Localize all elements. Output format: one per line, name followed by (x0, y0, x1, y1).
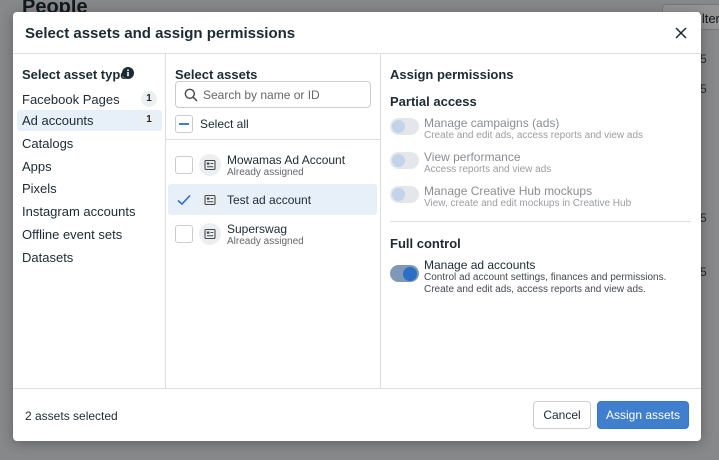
close-icon (675, 27, 687, 39)
assign-permissions-dialog: Select assets and assign permissions Sel… (13, 12, 701, 441)
permission-toggle[interactable] (390, 265, 419, 282)
info-icon[interactable] (122, 67, 134, 79)
asset-type-label: Catalogs (22, 136, 74, 151)
permission-toggle[interactable] (390, 118, 419, 135)
indeterminate-icon (179, 123, 189, 125)
asset-type-offline-event-sets[interactable]: Offline event sets (17, 224, 162, 245)
asset-type-instagram-accounts[interactable]: Instagram accounts (17, 201, 162, 222)
divider (390, 221, 691, 222)
permission-title: View performance (424, 150, 521, 164)
search-box (175, 81, 371, 108)
asset-type-label: Facebook Pages (22, 92, 120, 107)
permissions-column: Assign permissions Partial access Manage… (381, 54, 701, 389)
dialog-footer: 2 assets selected Cancel Assign assets (13, 388, 701, 441)
close-button[interactable] (671, 23, 691, 43)
asset-row-mowamas[interactable]: Mowamas Ad Account Already assigned (168, 149, 377, 180)
asset-type-label: Offline event sets (22, 227, 123, 242)
dialog-header: Select assets and assign permissions (13, 12, 701, 52)
asset-type-heading: Select asset type (22, 67, 128, 82)
assets-heading: Select assets (175, 67, 258, 82)
permission-description: Access reports and view ads (424, 164, 552, 175)
asset-name: Superswag (227, 222, 288, 236)
dialog-title: Select assets and assign permissions (25, 25, 296, 42)
search-icon (184, 88, 198, 102)
dialog-body: Select asset type Facebook Pages 1 Ad ac… (13, 53, 701, 389)
asset-status: Already assigned (227, 236, 304, 247)
ad-account-icon (199, 189, 221, 211)
permission-toggle[interactable] (390, 186, 419, 203)
asset-type-column: Select asset type Facebook Pages 1 Ad ac… (13, 54, 166, 389)
asset-type-facebook-pages[interactable]: Facebook Pages 1 (17, 89, 162, 110)
selected-count-text: 2 assets selected (25, 409, 118, 423)
permission-toggle[interactable] (390, 152, 419, 169)
count-badge: 1 (141, 91, 157, 107)
permission-title: Manage campaigns (ads) (424, 116, 560, 130)
ad-account-icon (199, 154, 221, 176)
asset-type-pixels[interactable]: Pixels (17, 178, 162, 199)
asset-name: Test ad account (227, 193, 312, 207)
select-all-checkbox[interactable] (175, 115, 193, 133)
asset-row-test-ad-account[interactable]: Test ad account (168, 184, 377, 215)
assets-column: Select assets Select all (166, 54, 381, 389)
asset-type-label: Instagram accounts (22, 204, 136, 219)
ad-account-icon (199, 223, 221, 245)
asset-type-ad-accounts[interactable]: Ad accounts 1 (17, 110, 162, 131)
select-all-row[interactable]: Select all (175, 113, 375, 135)
permission-description: Create and edit ads, access reports and … (424, 130, 644, 141)
permission-title: Manage ad accounts (424, 258, 536, 272)
permission-description: Control ad account settings, finances an… (424, 272, 667, 295)
asset-row-superswag[interactable]: Superswag Already assigned (168, 218, 377, 249)
asset-checkbox[interactable] (175, 156, 193, 174)
asset-type-label: Ad accounts (22, 113, 94, 128)
full-control-heading: Full control (390, 236, 461, 251)
cancel-button[interactable]: Cancel (533, 401, 591, 429)
count-badge: 1 (141, 112, 157, 128)
asset-type-catalogs[interactable]: Catalogs (17, 133, 162, 154)
asset-type-datasets[interactable]: Datasets (17, 247, 162, 268)
divider (166, 139, 381, 140)
assign-assets-button[interactable]: Assign assets (597, 401, 689, 429)
asset-name: Mowamas Ad Account (227, 153, 346, 167)
select-all-label: Select all (200, 117, 249, 131)
asset-status: Already assigned (227, 167, 304, 178)
asset-checkbox[interactable] (175, 191, 193, 209)
partial-access-heading: Partial access (390, 94, 477, 109)
checkmark-icon (177, 194, 191, 206)
asset-checkbox[interactable] (175, 225, 193, 243)
asset-type-label: Pixels (22, 181, 57, 196)
asset-type-label: Datasets (22, 250, 74, 265)
asset-type-label: Apps (22, 159, 52, 174)
permission-description: View, create and edit mockups in Creativ… (424, 198, 632, 209)
permission-title: Manage Creative Hub mockups (424, 184, 593, 198)
permissions-heading: Assign permissions (390, 67, 514, 82)
asset-type-apps[interactable]: Apps (17, 156, 162, 177)
search-input[interactable] (203, 84, 368, 105)
